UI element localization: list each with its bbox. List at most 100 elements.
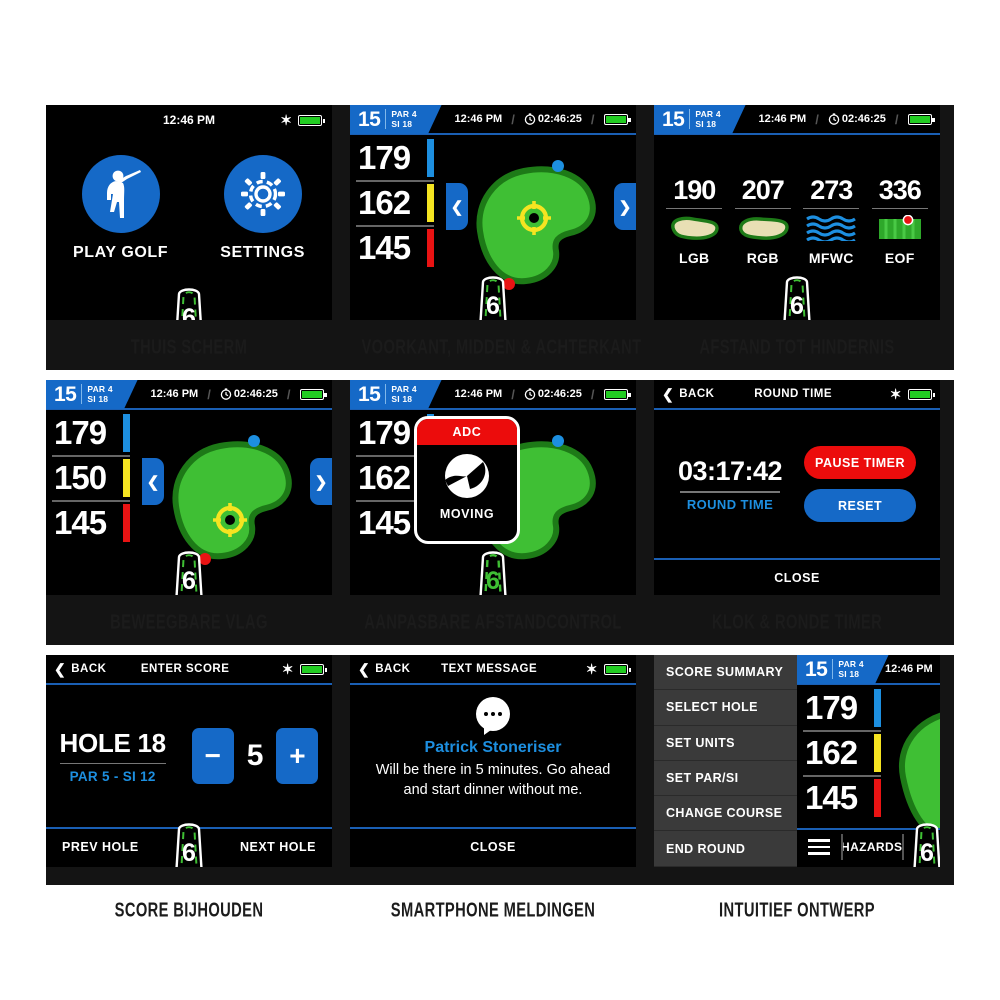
next-view-button[interactable]: ❯ bbox=[614, 183, 636, 230]
caption-enter-score: SCORE BIJHOUDEN bbox=[114, 900, 264, 922]
si-label: SI 18 bbox=[391, 394, 413, 404]
distance-value: 162 bbox=[805, 734, 858, 771]
distance-value: 179 bbox=[358, 139, 411, 176]
distance-value: 145 bbox=[358, 229, 411, 266]
menu-item-select-hole[interactable]: SELECT HOLE bbox=[654, 690, 797, 726]
home-item-play-golf[interactable]: PLAY GOLF bbox=[73, 155, 168, 320]
distance-value: 150 bbox=[54, 459, 107, 496]
hazard-code: EOF bbox=[884, 250, 915, 267]
distance-row-front: 179 bbox=[350, 135, 446, 180]
home-label-settings: SETTINGS bbox=[220, 244, 305, 261]
back-button[interactable]: ❮ BACK bbox=[54, 662, 106, 676]
battery-icon bbox=[603, 113, 631, 125]
close-button[interactable]: CLOSE bbox=[654, 558, 940, 595]
status-bar-home: 12:46 PM ✶ bbox=[46, 105, 332, 135]
chevron-left-icon: ❮ bbox=[54, 661, 67, 677]
status-bar-right: 12:46 PM / 02:46:25 / bbox=[428, 112, 636, 127]
top-bar: ❮ BACK ENTER SCORE ✶ bbox=[46, 655, 332, 685]
chevron-left-icon: ❮ bbox=[358, 661, 371, 677]
hole-title: HOLE 18 bbox=[59, 727, 167, 758]
stopwatch-icon bbox=[220, 388, 232, 400]
prev-view-button[interactable]: ❮ bbox=[446, 183, 468, 230]
hole-tag: 15 PAR 4 SI 18 bbox=[654, 105, 746, 134]
hole-tag: 15 PAR 4 SI 18 bbox=[350, 105, 442, 134]
divider bbox=[832, 659, 834, 679]
distance-marker-blue bbox=[427, 139, 434, 177]
next-view-button[interactable]: ❯ bbox=[310, 458, 332, 505]
hazards-button[interactable]: HAZARDS bbox=[841, 830, 902, 864]
status-bar-golf: 15 PAR 4 SI 18 12:46 PM / 02:46:25 / bbox=[46, 380, 332, 410]
hazard-item-lgb[interactable]: 190 LGB bbox=[662, 174, 726, 266]
increment-score-button[interactable]: + bbox=[276, 728, 319, 784]
status-bar-golf: 15 PAR 4 SI 18 12:46 PM bbox=[797, 655, 940, 685]
distance-value: 179 bbox=[805, 689, 858, 726]
score-body: HOLE 18 PAR 5 - SI 12 − 5 + bbox=[46, 685, 332, 827]
device-screen-enter-score: ❮ BACK ENTER SCORE ✶ HOLE 18 PAR 5 - SI … bbox=[46, 655, 332, 867]
prev-hole-button[interactable]: PREV HOLE bbox=[62, 840, 139, 854]
top-bar: ❮ BACK ROUND TIME ✶ bbox=[654, 380, 940, 410]
prev-view-button[interactable]: ❮ bbox=[142, 458, 164, 505]
divider: / bbox=[590, 386, 595, 402]
pause-timer-button[interactable]: PAUSE TIMER bbox=[804, 446, 917, 479]
si-label: SI 18 bbox=[87, 394, 109, 404]
menu-item-end-round[interactable]: END ROUND bbox=[654, 831, 797, 867]
svg-text:6: 6 bbox=[920, 839, 934, 867]
menu-item-set-units[interactable]: SET UNITS bbox=[654, 726, 797, 761]
distance-column: 179 162 145 bbox=[350, 135, 446, 320]
back-pin-marker bbox=[552, 160, 564, 172]
poster-root: 12:46 PM ✶ PLAY GOLF SETTINGS 6 THUIS SC… bbox=[0, 0, 1000, 1000]
caption-round-timer: KLOK & RONDE TIMER bbox=[711, 612, 883, 634]
back-pin-marker bbox=[248, 435, 260, 447]
status-bar-golf: 15 PAR 4 SI 18 12:46 PM / 02:46:25 / bbox=[350, 380, 636, 410]
distance-value: 162 bbox=[358, 459, 411, 496]
round-timer-display: 02:46:25 bbox=[524, 113, 582, 125]
menu-list: SCORE SUMMARY SELECT HOLE SET UNITS SET … bbox=[654, 655, 797, 867]
divider: / bbox=[815, 111, 819, 127]
chevron-left-icon: ❮ bbox=[662, 386, 675, 402]
tee-badge: 6 bbox=[164, 547, 214, 595]
clock-label: 12:46 PM bbox=[885, 663, 933, 675]
round-timer-value: 02:46:25 bbox=[233, 388, 278, 400]
svg-text:6: 6 bbox=[182, 304, 196, 320]
tee-badge: 6 bbox=[902, 819, 940, 867]
menu-item-score-summary[interactable]: SCORE SUMMARY bbox=[654, 655, 797, 691]
distance-row-middle: 162 bbox=[350, 180, 446, 225]
score-stepper: − 5 + bbox=[191, 728, 319, 784]
reset-button[interactable]: RESET bbox=[804, 489, 917, 522]
gear-icon bbox=[223, 155, 302, 233]
bunker-icon bbox=[662, 215, 726, 246]
home-item-settings[interactable]: SETTINGS bbox=[220, 155, 305, 320]
hazard-item-rgb[interactable]: 207 RGB bbox=[731, 175, 795, 266]
menu-item-set-par-si[interactable]: SET PAR/SI bbox=[654, 761, 797, 797]
menu-item-change-course[interactable]: CHANGE COURSE bbox=[654, 796, 797, 832]
back-button[interactable]: ❮ BACK bbox=[358, 662, 410, 676]
tee-badge: 6 bbox=[468, 272, 518, 320]
hazard-distance: 190 bbox=[673, 174, 716, 205]
hazard-code: MFWC bbox=[808, 250, 854, 267]
caption-hazard-distances: AFSTAND TOT HINDERNIS bbox=[699, 337, 895, 359]
svg-text:6: 6 bbox=[486, 567, 500, 595]
svg-text:6: 6 bbox=[182, 839, 196, 867]
caption-movable-flag: BEWEEGBARE VLAG bbox=[110, 612, 268, 634]
battery-icon bbox=[603, 388, 631, 400]
distance-marker-blue bbox=[123, 414, 130, 452]
menu-button[interactable] bbox=[797, 830, 841, 864]
typing-dots bbox=[484, 712, 502, 716]
hole-number: 15 bbox=[358, 107, 381, 131]
close-button[interactable]: CLOSE bbox=[350, 827, 636, 865]
hazard-item-eof[interactable]: 336 EOF bbox=[868, 175, 932, 267]
decrement-score-button[interactable]: − bbox=[191, 728, 234, 784]
back-button[interactable]: ❮ BACK bbox=[662, 387, 714, 401]
round-timer-value: 02:46:25 bbox=[537, 388, 582, 400]
adc-popup[interactable]: ADC MOVING bbox=[414, 416, 520, 544]
tee-badge: 6 bbox=[468, 547, 518, 595]
next-hole-button[interactable]: NEXT HOLE bbox=[240, 840, 316, 854]
status-bar-golf: 15 PAR 4 SI 18 12:46 PM / 02:46:25 / bbox=[350, 105, 636, 135]
distance-column: 179 150 145 bbox=[46, 410, 142, 595]
status-icons: ✶ bbox=[280, 113, 325, 127]
si-label: SI 18 bbox=[838, 669, 860, 679]
device-screen-fmb: 15 PAR 4 SI 18 12:46 PM / 02:46:25 / 179… bbox=[350, 105, 636, 320]
device-screen-adc: 15 PAR 4 SI 18 12:46 PM / 02:46:25 / 179… bbox=[350, 380, 636, 595]
clock-label: 12:46 PM bbox=[454, 388, 503, 400]
hazard-item-mfwc[interactable]: 273 MFWC bbox=[799, 175, 863, 267]
